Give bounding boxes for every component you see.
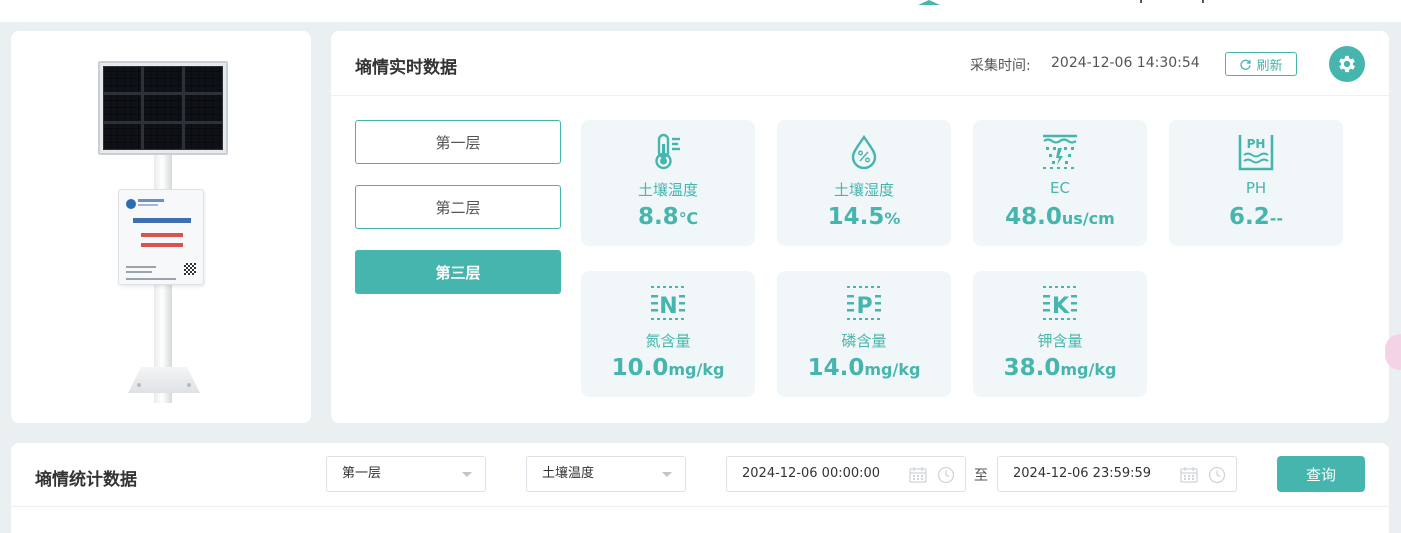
refresh-icon (1240, 59, 1252, 70)
solar-panel-image (98, 61, 228, 155)
clock-icon (937, 466, 955, 484)
metric-ec: EC 48.0us/cm (973, 120, 1147, 246)
refresh-label: 刷新 (1256, 58, 1283, 74)
settings-button[interactable] (1329, 46, 1365, 82)
start-time-value: 2024-12-06 00:00:00 (742, 466, 881, 481)
metric-ph: PH PH 6.2-- (1169, 120, 1343, 246)
layer-select[interactable]: 第一层 (326, 456, 486, 492)
end-time-value: 2024-12-06 23:59:59 (1013, 466, 1152, 481)
parameter-select-value: 土壤温度 (542, 466, 595, 481)
device-image-card (11, 31, 311, 423)
statistics-header: 墒情统计数据 第一层 土壤温度 2024-12-06 00:00:00 至 20… (11, 443, 1389, 507)
bolt (187, 383, 191, 387)
statistics-card: 墒情统计数据 第一层 土壤温度 2024-12-06 00:00:00 至 20… (11, 443, 1389, 533)
metric-value: 38.0mg/kg (1003, 355, 1117, 381)
metric-value: 6.2-- (1228, 204, 1284, 230)
refresh-button[interactable]: 刷新 (1225, 52, 1297, 76)
metric-value: 10.0mg/kg (611, 355, 725, 381)
start-time-input[interactable]: 2024-12-06 00:00:00 (726, 456, 966, 492)
collect-time-label: 采集时间: (970, 58, 1031, 74)
collect-time-value: 2024-12-06 14:30:54 (1051, 55, 1200, 71)
ph-icon: PH (1238, 135, 1274, 171)
statistics-title: 墒情统计数据 (35, 470, 137, 490)
layer-tab-1[interactable]: 第一层 (355, 120, 561, 164)
caret-down-icon (462, 472, 472, 477)
metric-value: 14.0mg/kg (807, 355, 921, 381)
metric-soil-humidity: 土壤湿度 14.5% (777, 120, 951, 246)
realtime-data-card: 墒情实时数据 采集时间: 2024-12-06 14:30:54 刷新 第一层 … (331, 31, 1389, 423)
svg-text:K: K (1052, 294, 1070, 319)
active-nav-indicator (918, 0, 940, 5)
svg-text:PH: PH (1247, 137, 1266, 151)
layer-tab-2[interactable]: 第二层 (355, 185, 561, 229)
divider-mark (1140, 0, 1142, 3)
thermometer-icon (655, 133, 680, 170)
range-separator: 至 (974, 468, 988, 484)
metric-nitrogen: N 氮含量 10.0mg/kg (581, 271, 755, 397)
metric-label: 氮含量 (645, 332, 691, 350)
monitor-cabinet-image (118, 189, 204, 285)
potassium-icon: K (1043, 286, 1077, 320)
clock-icon (1208, 466, 1226, 484)
metric-value: 48.0us/cm (1005, 204, 1115, 230)
metric-label: 土壤湿度 (833, 181, 894, 199)
realtime-header: 墒情实时数据 采集时间: 2024-12-06 14:30:54 刷新 (331, 31, 1389, 96)
humidity-drop-icon (851, 134, 877, 170)
metric-label: PH (1245, 179, 1267, 197)
metric-label: 钾含量 (1037, 332, 1083, 350)
device-base-image (128, 367, 200, 393)
parameter-select[interactable]: 土壤温度 (526, 456, 686, 492)
metric-value: 8.8℃ (637, 204, 699, 230)
phosphorus-icon: P (847, 286, 881, 320)
metric-label: 土壤温度 (637, 181, 698, 199)
top-bar-remnant (0, 0, 1401, 22)
metric-potassium: K 钾含量 38.0mg/kg (973, 271, 1147, 397)
metric-value: 14.5% (827, 204, 901, 230)
gear-icon (1339, 55, 1355, 73)
svg-text:P: P (856, 294, 872, 319)
calendar-icon (1180, 467, 1198, 483)
nitrogen-icon: N (651, 286, 685, 320)
metric-label: EC (1050, 179, 1070, 197)
layer-select-value: 第一层 (342, 466, 382, 481)
ec-icon (1043, 134, 1077, 169)
realtime-title: 墒情实时数据 (355, 58, 457, 78)
metric-phosphorus: P 磷含量 14.0mg/kg (777, 271, 951, 397)
metric-soil-temperature: 土壤温度 8.8℃ (581, 120, 755, 246)
caret-down-icon (662, 472, 672, 477)
end-time-input[interactable]: 2024-12-06 23:59:59 (997, 456, 1237, 492)
bolt (137, 383, 141, 387)
layer-tab-3[interactable]: 第三层 (355, 250, 561, 294)
metric-label: 磷含量 (841, 332, 887, 350)
query-button[interactable]: 查询 (1277, 456, 1365, 492)
calendar-icon (909, 467, 927, 483)
svg-text:N: N (659, 294, 677, 319)
divider-mark (1202, 0, 1204, 3)
